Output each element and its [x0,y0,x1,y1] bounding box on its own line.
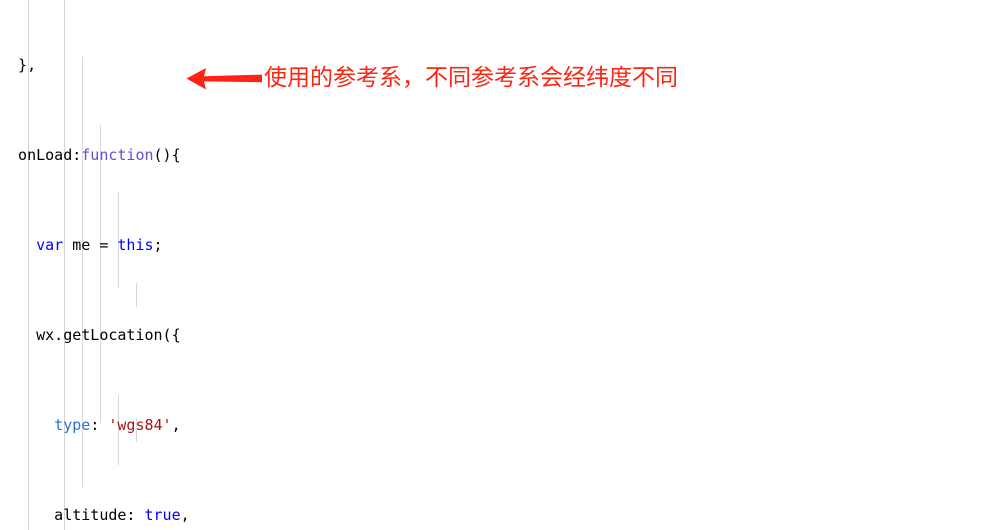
code-line-2[interactable]: var me = this; [0,234,1008,257]
code-line-5[interactable]: altitude: true, [0,504,1008,527]
code-line-1[interactable]: onLoad:function(){ [0,144,1008,167]
code-content[interactable]: }, onLoad:function(){ var me = this; wx.… [0,0,1008,530]
code-editor-viewport[interactable]: }, onLoad:function(){ var me = this; wx.… [0,0,1008,530]
code-line-4[interactable]: type: 'wgs84', [0,414,1008,437]
code-line-3[interactable]: wx.getLocation({ [0,324,1008,347]
code-line-0[interactable]: }, [0,54,1008,77]
